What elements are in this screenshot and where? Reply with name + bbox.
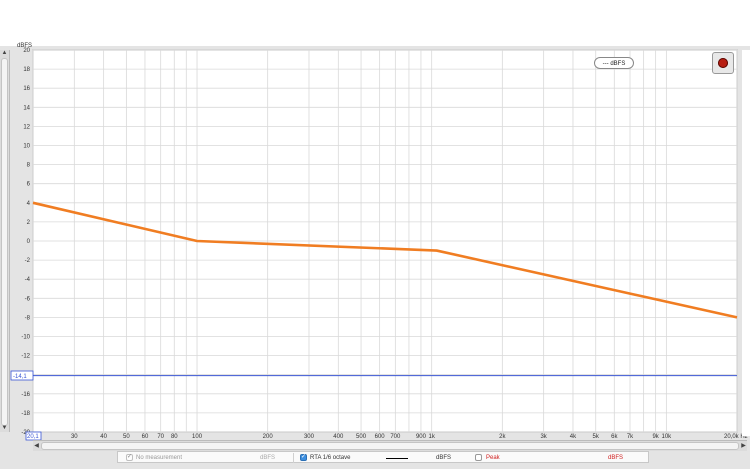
svg-text:-14,1: -14,1 (13, 374, 27, 380)
horizontal-scroll-thumb[interactable] (41, 442, 739, 450)
y-tick-label: 2 (27, 220, 31, 226)
rta-graph[interactable]: 20181614121086420-2-4-6-8-10-12-14-16-18… (0, 0, 750, 469)
no-measurement-unit: dBFS (260, 455, 276, 461)
y-tick-label: 6 (27, 182, 31, 188)
rta-label: RTA 1/6 octave (310, 455, 351, 461)
scroll-up-arrow-icon[interactable]: ▲ (1, 50, 8, 57)
y-tick-label: 4 (27, 201, 31, 207)
x-start-readout: 20,1 (25, 431, 42, 441)
peak-unit: dBFS (608, 455, 624, 461)
measurement-legend-bar: ✓ No measurement dBFS ✓ RTA 1/6 octave d… (117, 451, 649, 463)
y-tick-label: -2 (25, 258, 31, 264)
y-tick-label: -6 (25, 296, 31, 302)
y-tick-label: -12 (21, 354, 30, 360)
y-tick-label: 18 (23, 67, 30, 73)
rta-unit: dBFS (436, 455, 452, 461)
y-tick-label: -10 (21, 335, 30, 341)
cursor-readout: -14,1 (10, 370, 34, 381)
graph-legend: --- dBFS (594, 57, 634, 69)
peak-label: Peak (486, 455, 500, 461)
scroll-right-arrow-icon[interactable]: ▶ (740, 442, 747, 450)
grid-lines (32, 49, 738, 433)
y-tick-label: 14 (23, 105, 30, 111)
horizontal-scrollbar[interactable]: ◀ ▶ (33, 440, 747, 451)
y-tick-label: -8 (25, 315, 31, 321)
no-measurement-checkbox-icon[interactable]: ✓ (126, 454, 133, 461)
y-unit-label: dBFS (17, 43, 32, 49)
rta-checkbox-icon[interactable]: ✓ (300, 454, 307, 461)
rta-line-swatch (386, 458, 408, 459)
vertical-scroll-thumb[interactable] (1, 58, 8, 426)
y-tick-label: -18 (21, 411, 30, 417)
y-tick-label: 12 (23, 124, 30, 130)
right-edge (742, 50, 750, 436)
record-button[interactable] (712, 52, 734, 74)
y-tick-label: 0 (27, 239, 31, 245)
y-tick-label: 16 (23, 86, 30, 92)
y-tick-label: -4 (25, 277, 31, 283)
legend-divider (293, 453, 294, 463)
scroll-left-arrow-icon[interactable]: ◀ (33, 442, 40, 450)
y-tick-label: 8 (27, 163, 31, 169)
y-tick-label: 10 (23, 144, 30, 150)
record-button-icon (718, 58, 728, 68)
y-tick-label: -16 (21, 392, 30, 398)
peak-checkbox-icon[interactable] (475, 454, 482, 461)
no-measurement-label: No measurement (136, 455, 183, 461)
scroll-down-arrow-icon[interactable]: ▼ (1, 425, 8, 432)
vertical-scrollbar[interactable]: ▲ ▼ (0, 50, 10, 432)
